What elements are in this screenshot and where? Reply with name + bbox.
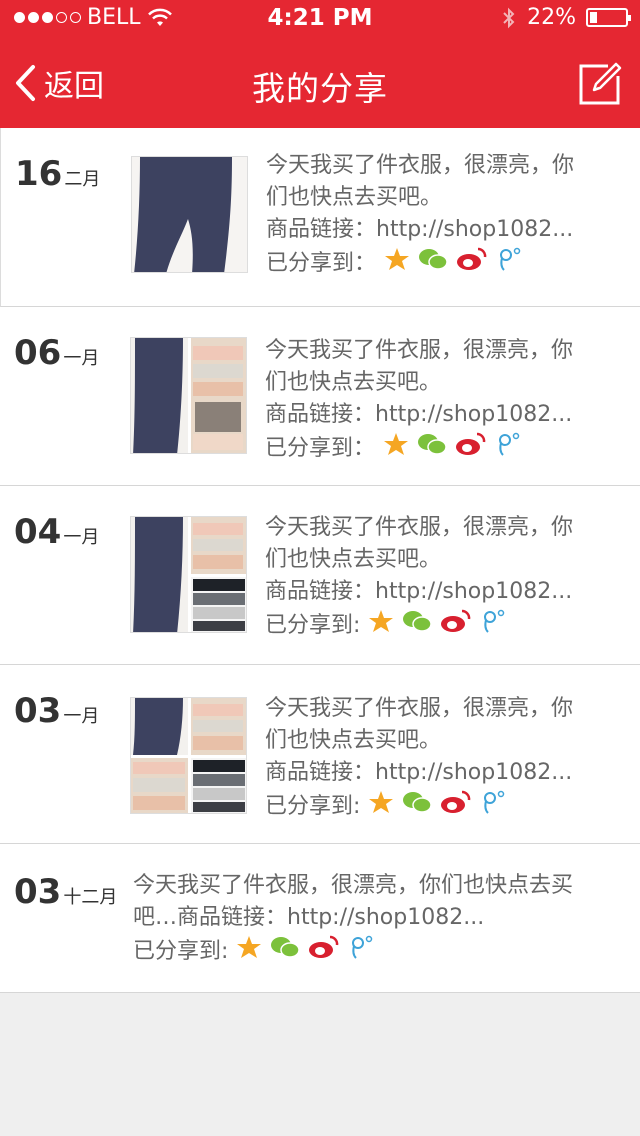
- date-month: 二月: [64, 169, 101, 190]
- qzone-star-icon[interactable]: [368, 789, 394, 825]
- post-text-line: 们也快点去买吧。: [265, 547, 442, 572]
- product-thumbnail[interactable]: [130, 337, 247, 454]
- list-item[interactable]: 06 一月 今天我买了件衣服，很漂亮，你 们也快点去买吧。 商品链接：http:…: [0, 307, 640, 486]
- post-text-line: 吧…商品链接：http://shop1082...: [133, 905, 485, 930]
- product-collage-image: [131, 698, 246, 813]
- post-text: 今天我买了件衣服，很漂亮，你 们也快点去买吧。 商品链接：http://shop…: [265, 335, 615, 467]
- share-list: 16 二月 今天我买了件衣服，很漂亮，你 们也快点去买吧。 商品链接：http:…: [0, 128, 640, 993]
- wechat-icon[interactable]: [418, 247, 448, 281]
- date-month: 一月: [63, 706, 100, 727]
- date-day: 06: [14, 333, 62, 373]
- product-thumbnail[interactable]: [131, 156, 248, 273]
- wechat-icon[interactable]: [417, 432, 447, 466]
- weibo-icon[interactable]: [308, 934, 340, 970]
- leggings-socks-image: [131, 517, 246, 632]
- product-link[interactable]: 商品链接：http://shop1082...: [265, 757, 615, 789]
- qzone-star-icon[interactable]: [236, 934, 262, 970]
- tencent-weibo-icon[interactable]: [480, 789, 506, 825]
- list-item[interactable]: 16 二月 今天我买了件衣服，很漂亮，你 们也快点去买吧。 商品链接：http:…: [0, 128, 640, 307]
- shared-to-label: 已分享到:: [265, 794, 361, 819]
- shared-to-label: 已分享到:: [265, 613, 361, 638]
- shared-to-label: 已分享到:: [133, 939, 229, 964]
- weibo-icon[interactable]: [440, 789, 472, 825]
- post-text-line: 今天我买了件衣服，很漂亮，你们也快点去买: [133, 873, 574, 898]
- shared-to-label: 已分享到：: [265, 436, 376, 461]
- list-item[interactable]: 03 一月 今天我买了件衣服，很漂亮，你 们也快点去买吧。 商品链接：http:…: [0, 665, 640, 844]
- date-day: 04: [14, 512, 62, 552]
- date-day: 16: [15, 154, 63, 194]
- status-bar: BELL 4:21 PM 22%: [0, 0, 640, 40]
- qzone-star-icon[interactable]: [368, 608, 394, 644]
- post-date: 04 一月: [14, 512, 99, 552]
- battery-icon: [586, 8, 631, 27]
- status-right: 22%: [501, 5, 631, 30]
- product-link[interactable]: 商品链接：http://shop1082...: [265, 399, 615, 431]
- post-date: 16 二月: [15, 154, 100, 194]
- post-date: 06 一月: [14, 333, 99, 373]
- weibo-icon[interactable]: [456, 246, 488, 282]
- qzone-star-icon[interactable]: [384, 246, 410, 282]
- tencent-weibo-icon[interactable]: [480, 608, 506, 644]
- date-month: 十二月: [63, 887, 118, 908]
- tencent-weibo-icon[interactable]: [495, 431, 521, 467]
- product-link[interactable]: 商品链接：http://shop1082...: [266, 214, 616, 246]
- shared-to-row: 已分享到：: [266, 246, 616, 282]
- list-item[interactable]: 03 十二月 今天我买了件衣服，很漂亮，你们也快点去买 吧…商品链接：http:…: [0, 844, 640, 993]
- edit-icon: [579, 62, 622, 105]
- tencent-weibo-icon[interactable]: [496, 246, 522, 282]
- nav-bar: 返回 我的分享: [0, 40, 640, 128]
- weibo-icon[interactable]: [440, 608, 472, 644]
- post-text-line: 今天我买了件衣服，很漂亮，你: [265, 338, 574, 363]
- shared-to-label: 已分享到：: [266, 251, 377, 276]
- date-day: 03: [14, 691, 62, 731]
- post-text: 今天我买了件衣服，很漂亮，你 们也快点去买吧。 商品链接：http://shop…: [266, 150, 616, 282]
- post-text-line: 们也快点去买吧。: [265, 370, 442, 395]
- weibo-icon[interactable]: [455, 431, 487, 467]
- shared-to-row: 已分享到:: [265, 789, 615, 825]
- product-thumbnail[interactable]: [130, 516, 247, 633]
- post-text: 今天我买了件衣服，很漂亮，你 们也快点去买吧。 商品链接：http://shop…: [265, 693, 615, 825]
- date-month: 一月: [63, 348, 100, 369]
- post-text-line: 今天我买了件衣服，很漂亮，你: [266, 153, 575, 178]
- wechat-icon[interactable]: [402, 790, 433, 824]
- post-text-line: 今天我买了件衣服，很漂亮，你: [265, 696, 574, 721]
- shared-to-row: 已分享到:: [133, 934, 628, 970]
- date-month: 一月: [63, 527, 100, 548]
- page-title: 我的分享: [252, 69, 388, 108]
- leggings-image: [132, 157, 247, 272]
- product-thumbnail[interactable]: [130, 697, 247, 814]
- post-text-line: 今天我买了件衣服，很漂亮，你: [265, 515, 574, 540]
- bluetooth-icon: [503, 7, 515, 28]
- post-text-line: 们也快点去买吧。: [266, 185, 443, 210]
- wechat-icon[interactable]: [270, 935, 301, 969]
- post-text-line: 们也快点去买吧。: [265, 728, 442, 753]
- leggings-socks-image: [131, 338, 246, 453]
- compose-button[interactable]: [578, 60, 624, 106]
- shared-to-row: 已分享到：: [265, 431, 615, 467]
- battery-percent: 22%: [527, 5, 576, 30]
- qzone-star-icon[interactable]: [383, 431, 409, 467]
- shared-to-row: 已分享到:: [265, 608, 615, 644]
- date-day: 03: [14, 872, 62, 912]
- product-link[interactable]: 商品链接：http://shop1082...: [265, 576, 615, 608]
- post-text: 今天我买了件衣服，很漂亮，你 们也快点去买吧。 商品链接：http://shop…: [265, 512, 615, 644]
- post-date: 03 一月: [14, 691, 99, 731]
- post-text: 今天我买了件衣服，很漂亮，你们也快点去买 吧…商品链接：http://shop1…: [133, 870, 628, 970]
- post-date: 03 十二月: [14, 872, 117, 912]
- list-item[interactable]: 04 一月 今天我买了件衣服，很漂亮，你 们也快点去买吧。 商品链接：http:…: [0, 486, 640, 665]
- wechat-icon[interactable]: [402, 609, 433, 643]
- tencent-weibo-icon[interactable]: [348, 934, 374, 970]
